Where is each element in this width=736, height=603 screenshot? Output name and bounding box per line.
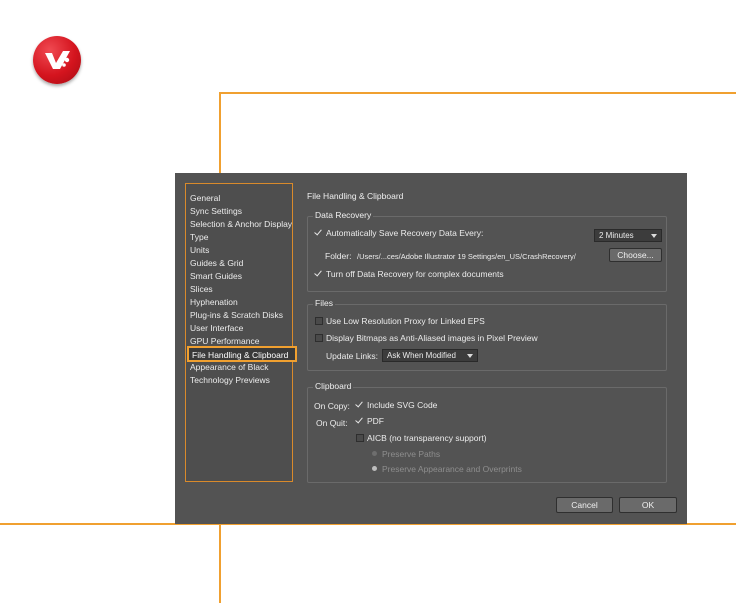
- pdf-label: PDF: [367, 416, 384, 426]
- data-recovery-group: Data Recovery Automatically Save Recover…: [307, 210, 667, 292]
- update-links-value: Ask When Modified: [387, 351, 456, 360]
- folder-label: Folder:: [325, 251, 352, 261]
- nav-item-hyphenation[interactable]: Hyphenation: [190, 296, 238, 309]
- aicb-checkbox[interactable]: AICB (no transparency support): [356, 433, 487, 443]
- folder-row: Folder:: [325, 251, 351, 261]
- preferences-dialog: General Sync Settings Selection & Anchor…: [175, 173, 687, 524]
- checkmark-icon: [315, 229, 323, 237]
- recovery-interval-value: 2 Minutes: [599, 231, 634, 240]
- preferences-category-list: General Sync Settings Selection & Anchor…: [185, 183, 297, 482]
- preserve-appearance-label: Preserve Appearance and Overprints: [382, 464, 522, 474]
- accent-line-top: [219, 92, 736, 94]
- on-quit-label: On Quit:: [316, 418, 348, 428]
- checkbox-icon: [356, 434, 364, 442]
- files-group: Files Use Low Resolution Proxy for Linke…: [307, 298, 667, 371]
- files-label: Files: [313, 298, 335, 308]
- nav-item-general[interactable]: General: [190, 192, 220, 205]
- nav-item-selection-anchor[interactable]: Selection & Anchor Display: [190, 218, 292, 231]
- anti-aliased-checkbox[interactable]: Display Bitmaps as Anti-Aliased images i…: [315, 333, 538, 343]
- nav-item-appearance-of-black[interactable]: Appearance of Black: [190, 361, 268, 374]
- clipboard-group: Clipboard On Copy: Include SVG Code On Q…: [307, 381, 667, 483]
- low-res-proxy-checkbox[interactable]: Use Low Resolution Proxy for Linked EPS: [315, 316, 485, 326]
- on-copy-label: On Copy:: [314, 401, 350, 411]
- choose-folder-button[interactable]: Choose...: [609, 248, 662, 262]
- auto-save-label: Automatically Save Recovery Data Every:: [326, 228, 484, 238]
- low-res-proxy-label: Use Low Resolution Proxy for Linked EPS: [326, 316, 485, 326]
- cancel-button[interactable]: Cancel: [556, 497, 613, 513]
- turn-off-recovery-label: Turn off Data Recovery for complex docum…: [326, 269, 504, 279]
- checkbox-icon: [315, 334, 323, 342]
- clipboard-label: Clipboard: [313, 381, 354, 391]
- nav-item-type[interactable]: Type: [190, 231, 208, 244]
- checkmark-icon: [356, 401, 364, 409]
- include-svg-label: Include SVG Code: [367, 400, 438, 410]
- dropdown-arrow-icon: [467, 354, 473, 358]
- update-links-select[interactable]: Ask When Modified: [382, 349, 478, 362]
- preserve-appearance-radio[interactable]: Preserve Appearance and Overprints: [372, 464, 522, 474]
- panel-title: File Handling & Clipboard: [307, 191, 404, 201]
- radio-button-selected-icon: [372, 466, 377, 471]
- update-links-label: Update Links:: [326, 351, 378, 361]
- brand-logo: [33, 36, 81, 84]
- nav-item-user-interface[interactable]: User Interface: [190, 322, 243, 335]
- nav-item-guides-grid[interactable]: Guides & Grid: [190, 257, 243, 270]
- nav-item-file-handling-clipboard[interactable]: File Handling & Clipboard: [187, 346, 297, 362]
- turn-off-recovery-checkbox[interactable]: Turn off Data Recovery for complex docum…: [315, 269, 504, 279]
- auto-save-checkbox[interactable]: Automatically Save Recovery Data Every:: [315, 228, 483, 238]
- preserve-paths-label: Preserve Paths: [382, 449, 441, 459]
- checkmark-icon: [356, 417, 364, 425]
- aicb-label: AICB (no transparency support): [367, 433, 487, 443]
- pdf-checkbox[interactable]: PDF: [356, 416, 384, 426]
- accent-line-top-vertical: [219, 92, 221, 173]
- preserve-paths-radio[interactable]: Preserve Paths: [372, 449, 440, 459]
- nav-item-sync-settings[interactable]: Sync Settings: [190, 205, 242, 218]
- radio-button-icon: [372, 451, 377, 456]
- dropdown-arrow-icon: [651, 234, 657, 238]
- nav-item-technology-previews[interactable]: Technology Previews: [190, 374, 270, 387]
- data-recovery-label: Data Recovery: [313, 210, 374, 220]
- anti-aliased-label: Display Bitmaps as Anti-Aliased images i…: [326, 333, 538, 343]
- brand-logo-mark-icon: [45, 51, 70, 69]
- folder-path: /Users/...ces/Adobe Illustrator 19 Setti…: [357, 252, 576, 261]
- accent-line-bottom-vertical: [219, 524, 221, 603]
- nav-item-plugins-scratch[interactable]: Plug-ins & Scratch Disks: [190, 309, 283, 322]
- include-svg-checkbox[interactable]: Include SVG Code: [356, 400, 437, 410]
- recovery-interval-select[interactable]: 2 Minutes: [594, 229, 662, 242]
- checkmark-icon: [315, 270, 323, 278]
- checkbox-icon: [315, 317, 323, 325]
- nav-item-smart-guides[interactable]: Smart Guides: [190, 270, 242, 283]
- nav-item-slices[interactable]: Slices: [190, 283, 213, 296]
- nav-item-units[interactable]: Units: [190, 244, 209, 257]
- ok-button[interactable]: OK: [619, 497, 677, 513]
